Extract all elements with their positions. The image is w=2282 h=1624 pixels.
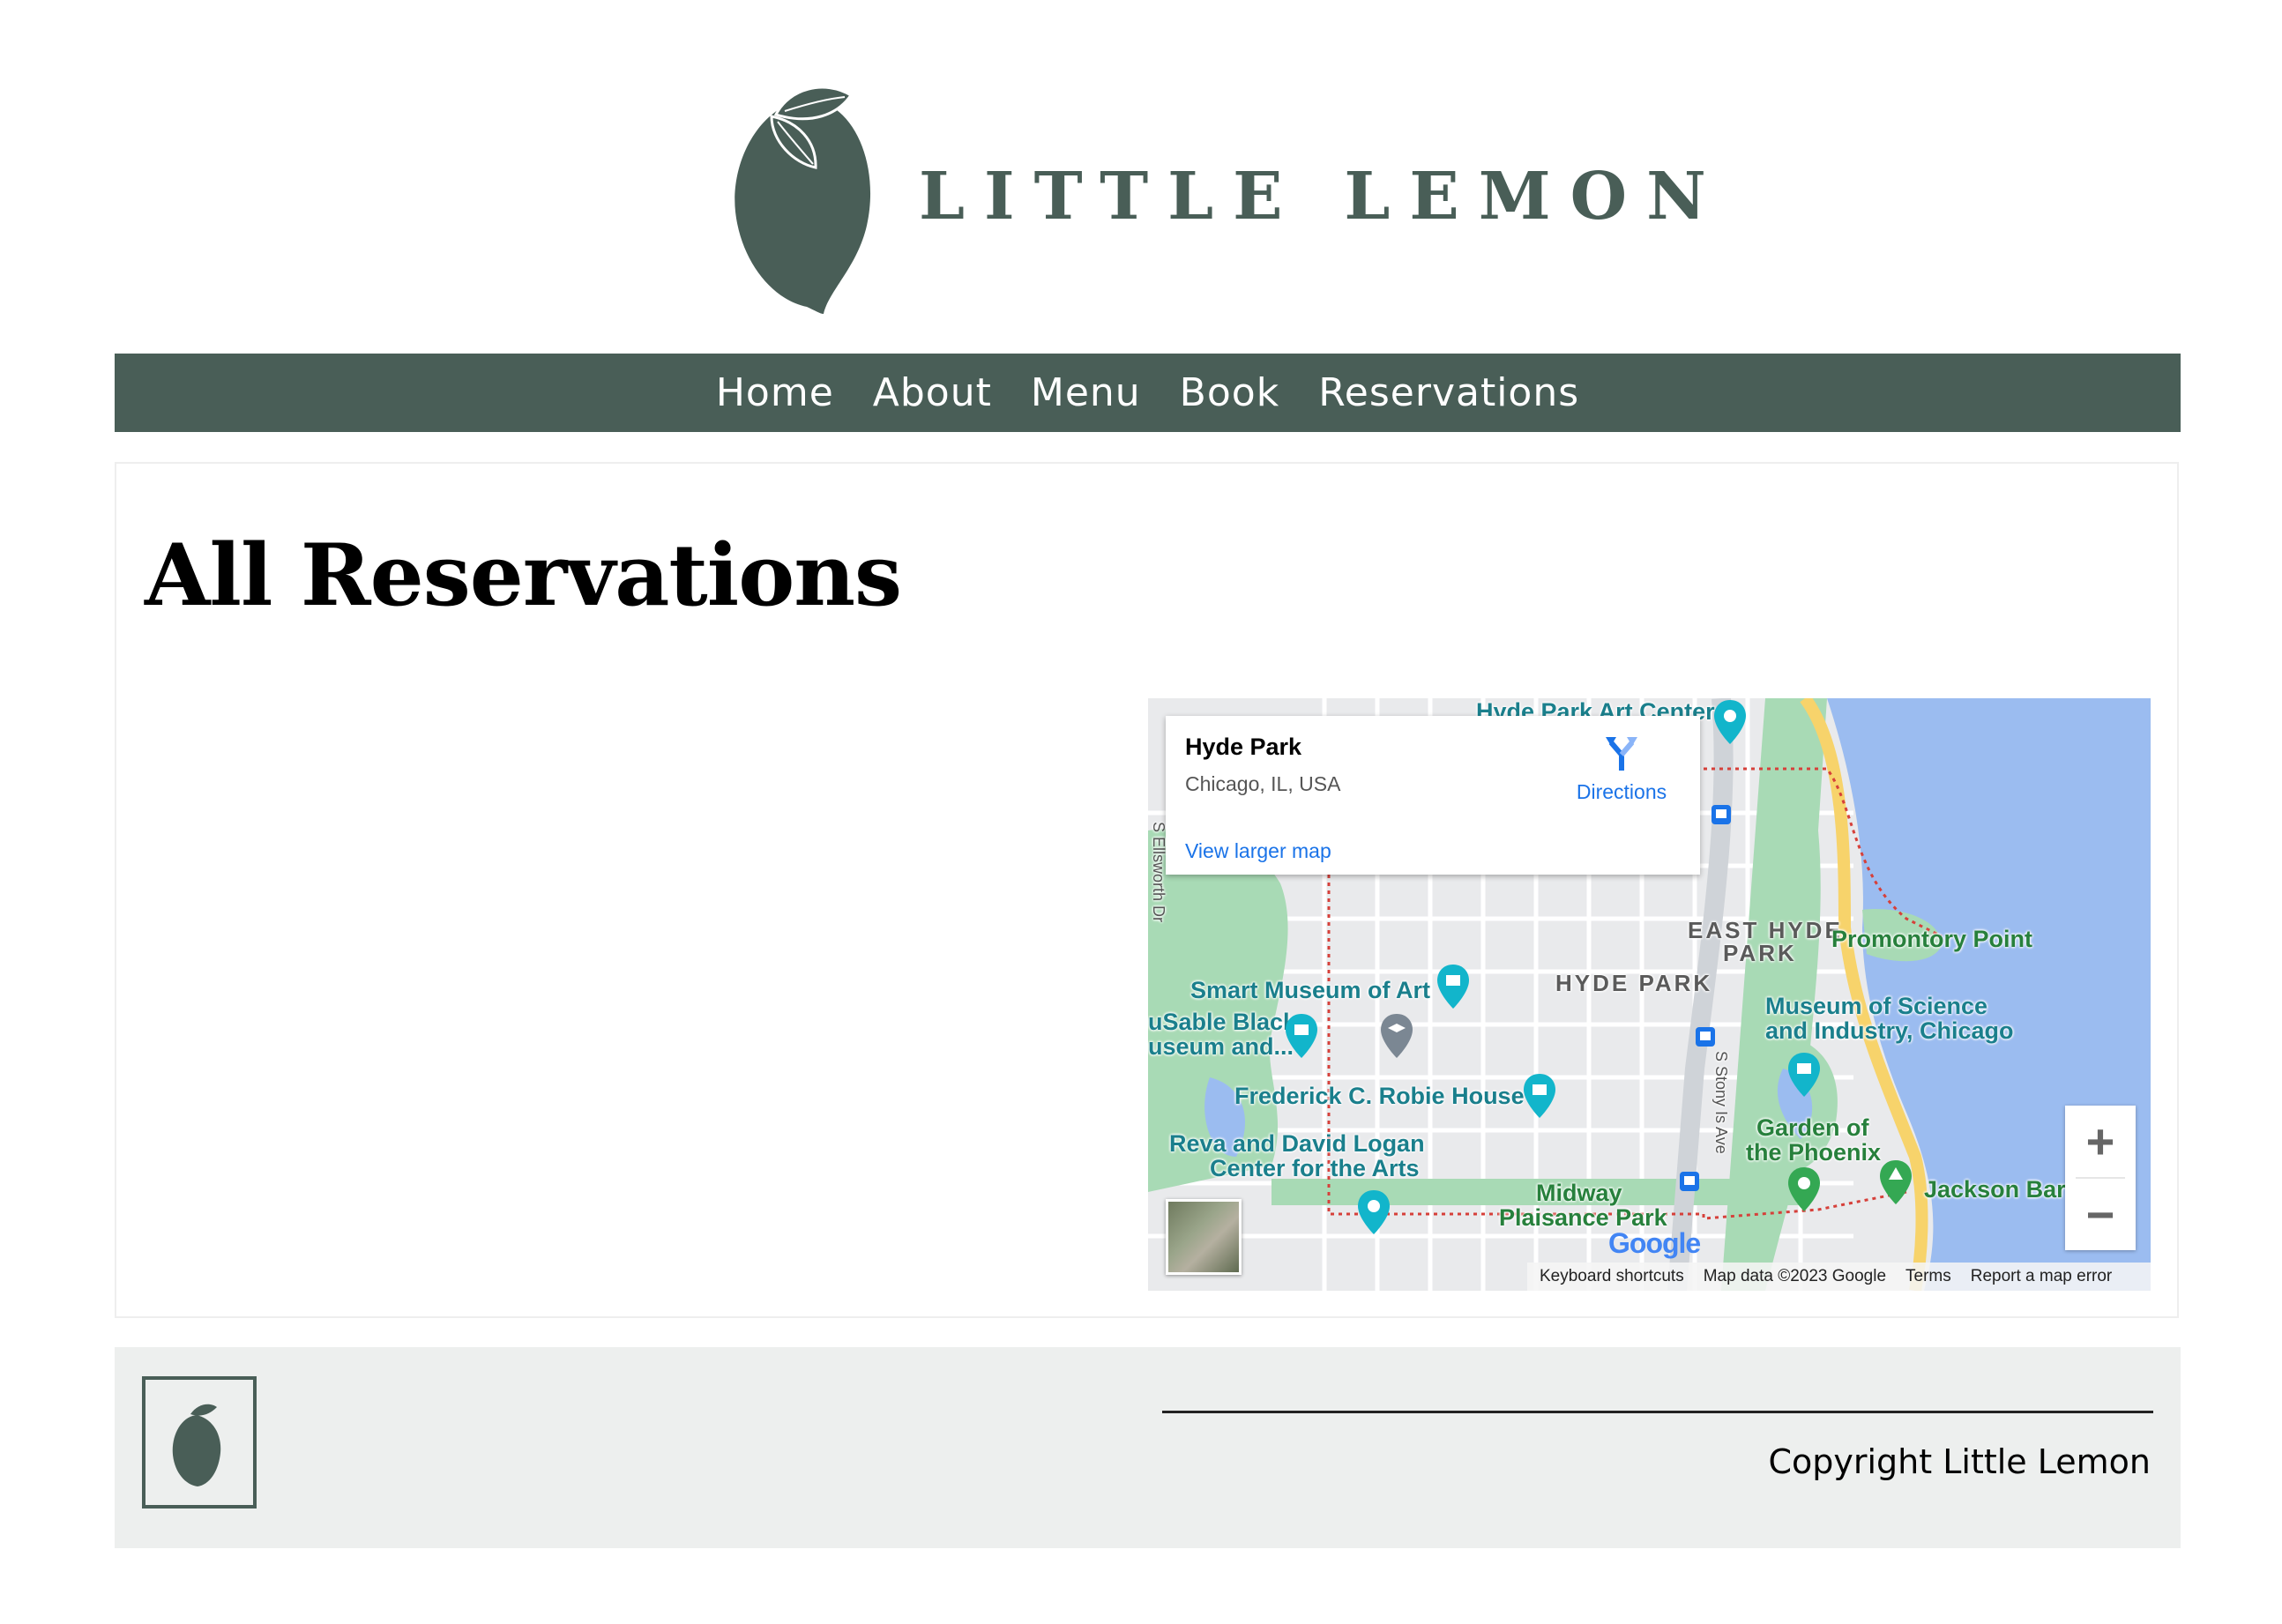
map-label-jackson: Jackson Bar bbox=[1924, 1176, 2066, 1203]
main-content: All Reservations Hyde Park Art Center EA… bbox=[115, 462, 2179, 1318]
map-label-east-hyde-park-2: PARK bbox=[1723, 940, 1797, 966]
art-pin-icon[interactable] bbox=[1356, 1188, 1391, 1236]
map-label-dusable-1: uSable Black bbox=[1148, 1009, 1297, 1035]
place-info-card: Hyde Park Chicago, IL, USA View larger m… bbox=[1166, 716, 1700, 875]
brand-name: LITTLE LEMON bbox=[919, 159, 1726, 235]
transit-icon[interactable] bbox=[1679, 1171, 1700, 1192]
map-label-logan-2: Center for the Arts bbox=[1210, 1155, 1420, 1181]
garden-pin-icon[interactable] bbox=[1786, 1166, 1822, 1213]
nav-about-link[interactable]: About bbox=[873, 370, 992, 415]
school-pin-icon[interactable] bbox=[1379, 1012, 1414, 1060]
museum-pin-icon[interactable] bbox=[1436, 963, 1471, 1010]
map-label-garden-phoenix-2: the Phoenix bbox=[1746, 1139, 1882, 1166]
map-label-hyde-park: HYDE PARK bbox=[1555, 970, 1713, 996]
map-data-attribution: Map data ©2023 Google bbox=[1703, 1267, 1887, 1285]
map-label-museum-sci-2: and Industry, Chicago bbox=[1765, 1017, 2014, 1044]
nav-menu-link[interactable]: Menu bbox=[1031, 370, 1141, 415]
map-label-museum-sci-1: Museum of Science bbox=[1765, 993, 1988, 1019]
map-label-dusable-2: useum and... bbox=[1148, 1033, 1294, 1060]
zoom-out-button[interactable]: − bbox=[2065, 1179, 2136, 1250]
keyboard-shortcuts-link[interactable]: Keyboard shortcuts bbox=[1540, 1267, 1684, 1286]
terms-link[interactable]: Terms bbox=[1905, 1267, 1951, 1286]
nav-reservations-link[interactable]: Reservations bbox=[1318, 370, 1579, 415]
copyright-text: Copyright Little Lemon bbox=[1768, 1442, 2151, 1481]
google-logo-text: Google bbox=[1608, 1227, 1701, 1259]
map-label-garden-phoenix-1: Garden of bbox=[1756, 1114, 1869, 1141]
nav-book-link[interactable]: Book bbox=[1180, 370, 1280, 415]
map-label-logan-1: Reva and David Logan bbox=[1169, 1130, 1425, 1157]
page-title: All Reservations bbox=[145, 525, 902, 625]
site-footer: Copyright Little Lemon bbox=[115, 1347, 2181, 1548]
park-pin-icon[interactable] bbox=[1878, 1158, 1913, 1206]
map-label-promontory-point: Promontory Point bbox=[1831, 926, 2032, 952]
map-label-stony-island: S Stony Is Ave bbox=[1712, 1051, 1730, 1154]
lemon-logo-icon bbox=[735, 86, 871, 314]
zoom-control: + − bbox=[2065, 1106, 2136, 1250]
map-label-robie-house: Frederick C. Robie House bbox=[1234, 1083, 1525, 1109]
place-title: Hyde Park bbox=[1185, 734, 1302, 760]
museum-pin-icon[interactable] bbox=[1522, 1072, 1557, 1120]
transit-icon[interactable] bbox=[1695, 1026, 1716, 1047]
google-logo: Google bbox=[1608, 1227, 1701, 1260]
map-label-ellsworth: S Ellsworth Dr bbox=[1150, 822, 1167, 923]
map-label-smart-museum: Smart Museum of Art bbox=[1190, 977, 1431, 1003]
site-logo[interactable]: LITTLE LEMON bbox=[723, 79, 1706, 326]
footer-divider bbox=[1162, 1411, 2153, 1413]
map-label-midway-1: Midway bbox=[1536, 1180, 1622, 1206]
place-subtitle: Chicago, IL, USA bbox=[1185, 772, 1341, 795]
main-nav: Home About Menu Book Reservations bbox=[115, 354, 2181, 432]
art-pin-icon[interactable] bbox=[1712, 698, 1748, 746]
zoom-in-button[interactable]: + bbox=[2065, 1106, 2136, 1177]
footer-logo-icon[interactable] bbox=[141, 1375, 257, 1509]
embedded-map[interactable]: Hyde Park Art Center EAST HYDE PARK HYDE… bbox=[1148, 698, 2151, 1291]
transit-icon[interactable] bbox=[1711, 804, 1732, 825]
satellite-toggle-button[interactable] bbox=[1166, 1199, 1242, 1275]
view-larger-map-link[interactable]: View larger map bbox=[1185, 839, 1331, 863]
directions-icon bbox=[1606, 737, 1637, 771]
nav-home-link[interactable]: Home bbox=[716, 370, 834, 415]
report-map-error-link[interactable]: Report a map error bbox=[1971, 1267, 2113, 1286]
directions-button[interactable]: Directions bbox=[1564, 734, 1679, 804]
map-footer-bar: Keyboard shortcuts Map data ©2023 Google… bbox=[1527, 1263, 2151, 1291]
directions-label: Directions bbox=[1576, 780, 1667, 803]
museum-pin-icon[interactable] bbox=[1786, 1051, 1822, 1099]
museum-pin-icon[interactable] bbox=[1284, 1012, 1319, 1060]
